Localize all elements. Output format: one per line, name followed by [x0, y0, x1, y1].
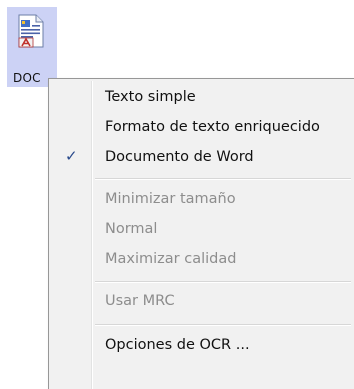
- menu-item-label: Minimizar tamaño: [105, 191, 236, 207]
- menu-item-texto-simple[interactable]: Texto simple: [51, 83, 353, 111]
- menu-item-label: Usar MRC: [105, 293, 175, 309]
- menu-item-usar-mrc[interactable]: Usar MRC: [51, 287, 353, 315]
- word-document-icon: [18, 14, 44, 48]
- menu-separator: [95, 281, 351, 283]
- menu-item-label: Maximizar calidad: [105, 251, 237, 267]
- menu-item-label: Opciones de OCR ...: [105, 337, 250, 353]
- file-label: DOC: [13, 71, 41, 85]
- menu-item-normal[interactable]: Normal: [51, 215, 353, 243]
- menu-item-minimizar-tamano[interactable]: Minimizar tamaño: [51, 185, 353, 213]
- menu-separator: [95, 178, 351, 180]
- file-item-selected[interactable]: DOC: [7, 7, 57, 87]
- menu-item-label: Formato de texto enriquecido: [105, 119, 320, 135]
- menu-item-documento-word[interactable]: ✓ Documento de Word: [51, 143, 353, 171]
- menu-item-label: Texto simple: [105, 89, 196, 105]
- menu-item-maximizar-calidad[interactable]: Maximizar calidad: [51, 245, 353, 273]
- menu-separator: [95, 324, 351, 326]
- checkmark-icon: ✓: [65, 147, 78, 165]
- menu-item-label: Normal: [105, 221, 158, 237]
- menu-item-formato-enriquecido[interactable]: Formato de texto enriquecido: [51, 113, 353, 141]
- menu-item-label: Documento de Word: [105, 149, 254, 165]
- context-menu: Texto simple Formato de texto enriquecid…: [48, 78, 354, 389]
- desktop: DOC Texto simple Formato de texto enriqu…: [0, 0, 354, 389]
- menu-item-opciones-ocr[interactable]: Opciones de OCR ...: [51, 331, 353, 359]
